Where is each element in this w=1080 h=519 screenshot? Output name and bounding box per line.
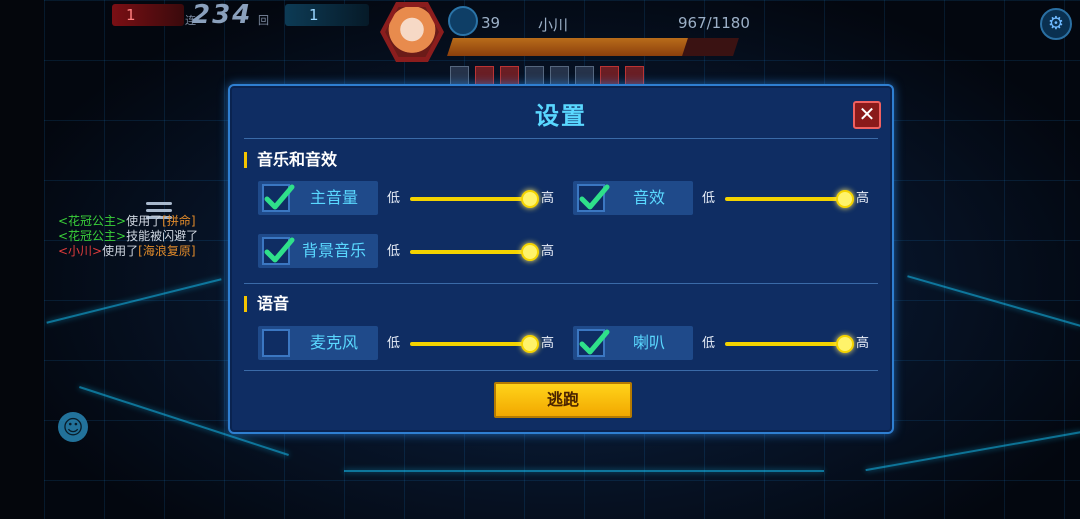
slider-knob[interactable] — [836, 335, 854, 353]
high-label: 高 — [541, 244, 555, 259]
check-icon — [264, 184, 295, 210]
microphone-checkbox[interactable] — [262, 329, 290, 357]
settings-gear-icon[interactable]: ⚙ — [1040, 8, 1072, 40]
master-volume-checkbox[interactable] — [262, 184, 295, 212]
hp-text: 967/1180 — [678, 14, 750, 32]
divider — [244, 370, 878, 371]
buff-icon — [450, 66, 469, 85]
sound-effects-label: 音效 — [632, 188, 665, 207]
master-volume-toggle[interactable]: 主音量 — [258, 181, 378, 215]
section-title-voice: 语音 — [244, 296, 289, 312]
sound-effects-slider[interactable] — [725, 197, 845, 201]
neon-line — [344, 470, 824, 472]
low-label: 低 — [702, 336, 716, 351]
high-label: 高 — [856, 191, 870, 206]
low-label: 低 — [387, 336, 401, 351]
blue-team-score-value: 1 — [309, 6, 319, 24]
slider-knob[interactable] — [521, 190, 539, 208]
kill-suffix: 回 — [258, 14, 269, 27]
sound-effects-checkbox[interactable] — [577, 184, 610, 212]
log-line: <花冠公主>技能被闪避了 — [58, 229, 198, 244]
log-actor: <花冠公主> — [58, 229, 127, 243]
bgm-label: 背景音乐 — [301, 241, 366, 260]
buff-icon — [500, 66, 519, 85]
master-volume-slider[interactable] — [410, 197, 530, 201]
microphone-label: 麦克风 — [309, 333, 358, 352]
dialog-title: 设置 — [535, 102, 587, 130]
check-icon — [264, 237, 295, 263]
log-item: [拼命] — [162, 214, 196, 228]
log-text: 技能被闪避了 — [126, 229, 199, 243]
emoji-icon[interactable]: ☺ — [58, 412, 88, 442]
close-icon: ✕ — [858, 102, 876, 126]
close-button[interactable]: ✕ — [853, 101, 881, 129]
element-badge-icon — [448, 6, 478, 36]
player-level: 39 — [481, 14, 501, 32]
high-label: 高 — [541, 336, 555, 351]
speaker-slider[interactable] — [725, 342, 845, 346]
section-title-audio: 音乐和音效 — [244, 152, 337, 168]
settings-dialog: 设置 ✕ 音乐和音效 主音量 低 高 音效 低 高 背景音乐 低 高 语音 麦克… — [228, 84, 894, 434]
divider — [244, 138, 878, 139]
avatar-portrait — [385, 7, 439, 57]
check-icon — [579, 184, 610, 210]
high-label: 高 — [856, 336, 870, 351]
buff-icon — [525, 66, 544, 85]
bgm-slider[interactable] — [410, 250, 530, 254]
slider-knob[interactable] — [836, 190, 854, 208]
log-line: <花冠公主>使用了[拼命] — [58, 214, 198, 229]
sound-effects-toggle[interactable]: 音效 — [573, 181, 693, 215]
log-text: 使用了 — [102, 244, 139, 258]
low-label: 低 — [387, 244, 401, 259]
high-label: 高 — [541, 191, 555, 206]
buff-icon — [600, 66, 619, 85]
battle-log: <花冠公主>使用了[拼命] <花冠公主>技能被闪避了 <小川>使用了[海浪复原] — [58, 214, 198, 259]
slider-knob[interactable] — [521, 335, 539, 353]
buff-icon — [575, 66, 594, 85]
buff-row — [450, 66, 644, 85]
divider — [244, 283, 878, 284]
log-text: 使用了 — [126, 214, 163, 228]
microphone-slider[interactable] — [410, 342, 530, 346]
low-label: 低 — [387, 191, 401, 206]
microphone-toggle[interactable]: 麦克风 — [258, 326, 378, 360]
log-actor: <小川> — [58, 244, 103, 258]
buff-icon — [625, 66, 644, 85]
speaker-toggle[interactable]: 喇叭 — [573, 326, 693, 360]
escape-button[interactable]: 逃跑 — [494, 382, 632, 418]
buff-icon — [550, 66, 569, 85]
master-volume-label: 主音量 — [309, 188, 358, 207]
log-item: [海浪复原] — [138, 244, 196, 258]
speaker-label: 喇叭 — [632, 333, 665, 352]
slider-knob[interactable] — [521, 243, 539, 261]
bgm-checkbox[interactable] — [262, 237, 295, 265]
hp-bar-fill — [447, 38, 688, 56]
red-team-score-value: 1 — [126, 6, 136, 24]
hp-bar — [447, 38, 739, 56]
red-team-score: 1 — [112, 4, 184, 26]
player-name: 小川 — [538, 16, 569, 34]
speaker-checkbox[interactable] — [577, 329, 610, 357]
low-label: 低 — [702, 191, 716, 206]
buff-icon — [475, 66, 494, 85]
log-line: <小川>使用了[海浪复原] — [58, 244, 198, 259]
check-icon — [579, 329, 610, 355]
log-actor: <花冠公主> — [58, 214, 127, 228]
bgm-toggle[interactable]: 背景音乐 — [258, 234, 378, 268]
blue-team-score: 1 — [285, 4, 369, 26]
kill-count: 234 — [192, 0, 253, 30]
